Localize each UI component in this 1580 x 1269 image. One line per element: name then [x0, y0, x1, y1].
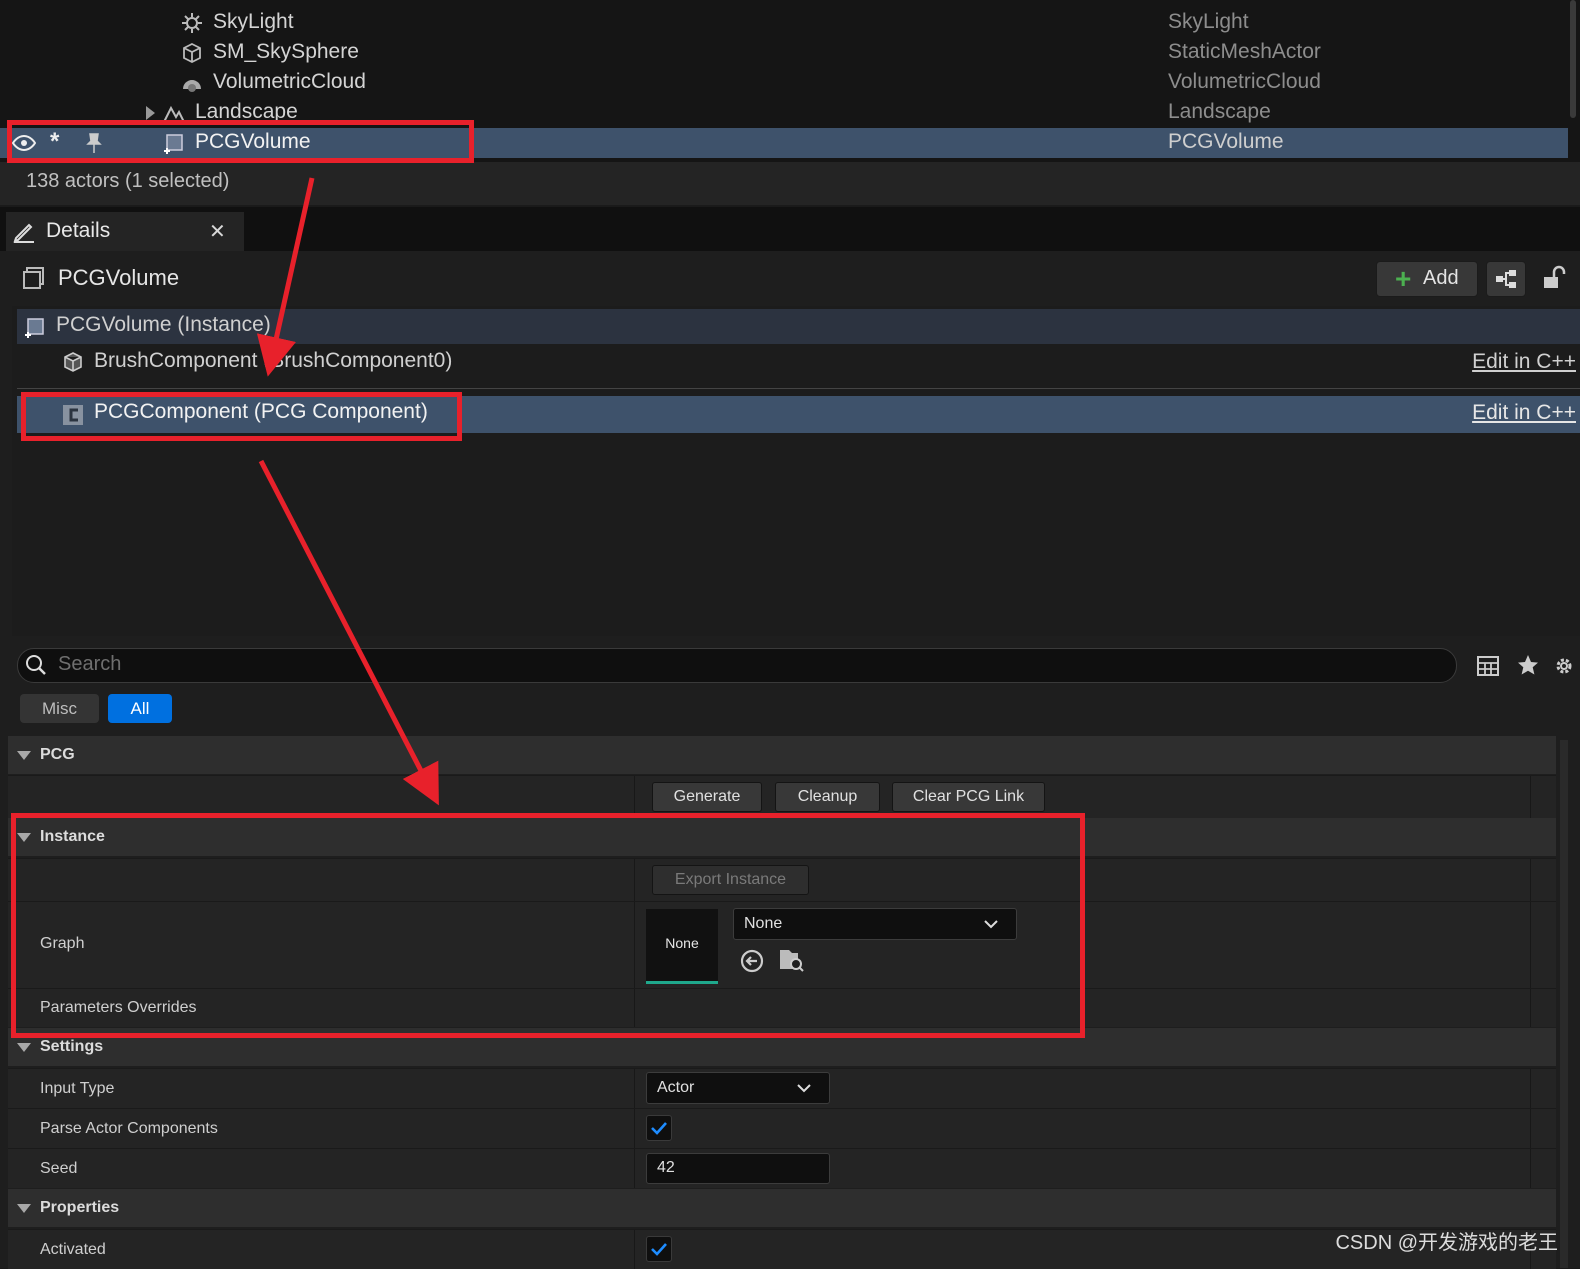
outliner-row-name: SkyLight — [213, 10, 294, 33]
tab-details[interactable]: Details ✕ — [6, 212, 244, 251]
checkmark-icon — [651, 1122, 667, 1135]
column-divider — [634, 1149, 635, 1188]
filter-misc[interactable]: Misc — [20, 694, 99, 723]
outliner-row-skylight[interactable]: SkyLight SkyLight — [0, 8, 1568, 38]
blueprint-hierarchy-button[interactable] — [1486, 261, 1526, 297]
details-tab-bar: Details ✕ — [0, 207, 1580, 251]
outliner-row-type: PCGVolume — [1168, 130, 1284, 153]
category-properties[interactable]: Properties — [8, 1189, 1556, 1227]
outliner-row-name: VolumetricCloud — [213, 70, 366, 93]
pencil-icon — [13, 223, 34, 243]
static-mesh-icon — [183, 42, 201, 64]
generate-button[interactable]: Generate — [652, 782, 762, 812]
settings-gear-icon[interactable] — [1552, 654, 1576, 678]
outliner-row-name: SM_SkySphere — [213, 40, 359, 63]
property-label: Input Type — [40, 1080, 115, 1097]
outliner-row-type: SkyLight — [1168, 10, 1249, 33]
highlight-box-component — [21, 392, 462, 441]
category-label: Settings — [40, 1038, 104, 1055]
category-label: Properties — [40, 1199, 120, 1216]
seed-value: 42 — [657, 1159, 675, 1176]
column-divider — [1530, 1109, 1531, 1148]
close-icon[interactable]: ✕ — [209, 219, 226, 244]
highlight-box-instance — [11, 813, 1085, 1038]
input-type-dropdown[interactable]: Actor — [646, 1072, 830, 1104]
column-divider — [634, 1109, 635, 1148]
add-label: Add — [1423, 267, 1459, 289]
hierarchy-icon — [1496, 270, 1516, 288]
column-divider — [1530, 1069, 1531, 1108]
input-type-value: Actor — [657, 1079, 695, 1096]
collapse-arrow-icon — [17, 1043, 31, 1052]
column-divider — [1530, 902, 1531, 988]
column-divider — [1530, 859, 1531, 901]
search-placeholder: Search — [58, 653, 122, 675]
outliner-row-volumetric-cloud[interactable]: VolumetricCloud VolumetricCloud — [0, 68, 1568, 98]
column-divider — [1530, 989, 1531, 1027]
edit-in-cpp-link[interactable]: Edit in C++ — [1472, 350, 1576, 374]
details-scrollbar[interactable] — [1560, 740, 1568, 1268]
divider — [17, 388, 1580, 389]
actor-icon — [23, 267, 44, 289]
highlight-box-outliner — [7, 120, 474, 163]
actor-count: 138 actors (1 selected) — [26, 170, 230, 192]
property-label: Seed — [40, 1160, 78, 1177]
edit-in-cpp-link[interactable]: Edit in C++ — [1472, 401, 1576, 425]
skylight-icon — [182, 13, 202, 33]
search-icon — [26, 655, 46, 675]
component-label: BrushComponent (BrushComponent0) — [94, 349, 453, 372]
column-divider — [634, 776, 635, 818]
plus-icon: + — [1395, 263, 1412, 294]
collapse-arrow-icon — [17, 751, 31, 760]
outliner-status-bar: 138 actors (1 selected) — [0, 162, 1580, 205]
filter-all[interactable]: All — [108, 694, 172, 723]
cloud-icon — [183, 80, 201, 92]
property-label: Activated — [40, 1241, 106, 1258]
component-label: PCGVolume (Instance) — [56, 313, 271, 336]
pcg-volume-icon — [25, 318, 44, 338]
actor-name: PCGVolume — [58, 265, 180, 290]
brush-component-icon — [64, 352, 82, 372]
property-label: Parse Actor Components — [40, 1120, 218, 1137]
component-row-pcgvolume-instance[interactable]: PCGVolume (Instance) — [17, 309, 1580, 344]
parse-actor-components-row: Parse Actor Components — [8, 1108, 1556, 1148]
add-component-button[interactable]: + Add — [1376, 261, 1478, 297]
table-view-icon[interactable] — [1476, 654, 1500, 678]
column-divider — [1530, 776, 1531, 818]
expand-arrow-icon[interactable] — [146, 106, 155, 120]
clear-pcg-link-button[interactable]: Clear PCG Link — [892, 782, 1045, 812]
star-favorite-icon[interactable] — [1516, 653, 1540, 677]
category-label: PCG — [40, 746, 75, 763]
outliner-row-type: StaticMeshActor — [1168, 40, 1321, 63]
activated-checkbox[interactable] — [646, 1236, 672, 1262]
category-pcg[interactable]: PCG — [8, 736, 1556, 774]
column-divider — [634, 1230, 635, 1269]
lock-icon[interactable] — [1542, 265, 1566, 291]
outliner-row-type: Landscape — [1168, 100, 1271, 123]
cleanup-button[interactable]: Cleanup — [775, 782, 880, 812]
outliner-scrollbar[interactable] — [1570, 0, 1576, 118]
parse-actor-components-checkbox[interactable] — [646, 1115, 672, 1141]
outliner-row-type: VolumetricCloud — [1168, 70, 1321, 93]
tab-label: Details — [46, 219, 111, 242]
chevron-down-icon — [797, 1084, 811, 1093]
watermark: CSDN @开发游戏的老王 — [1335, 1232, 1558, 1254]
collapse-arrow-icon — [17, 1204, 31, 1213]
seed-input[interactable]: 42 — [646, 1153, 830, 1184]
checkmark-icon — [651, 1243, 667, 1256]
search-input[interactable]: Search — [17, 648, 1457, 683]
column-divider — [1530, 1149, 1531, 1188]
column-divider — [634, 1069, 635, 1108]
world-outliner: SkyLight SkyLight SM_SkySphere StaticMes… — [0, 0, 1580, 205]
activated-row: Activated — [8, 1229, 1556, 1269]
outliner-row-sm-skysphere[interactable]: SM_SkySphere StaticMeshActor — [0, 38, 1568, 68]
component-row-brush[interactable]: BrushComponent (BrushComponent0) Edit in… — [17, 345, 1580, 380]
